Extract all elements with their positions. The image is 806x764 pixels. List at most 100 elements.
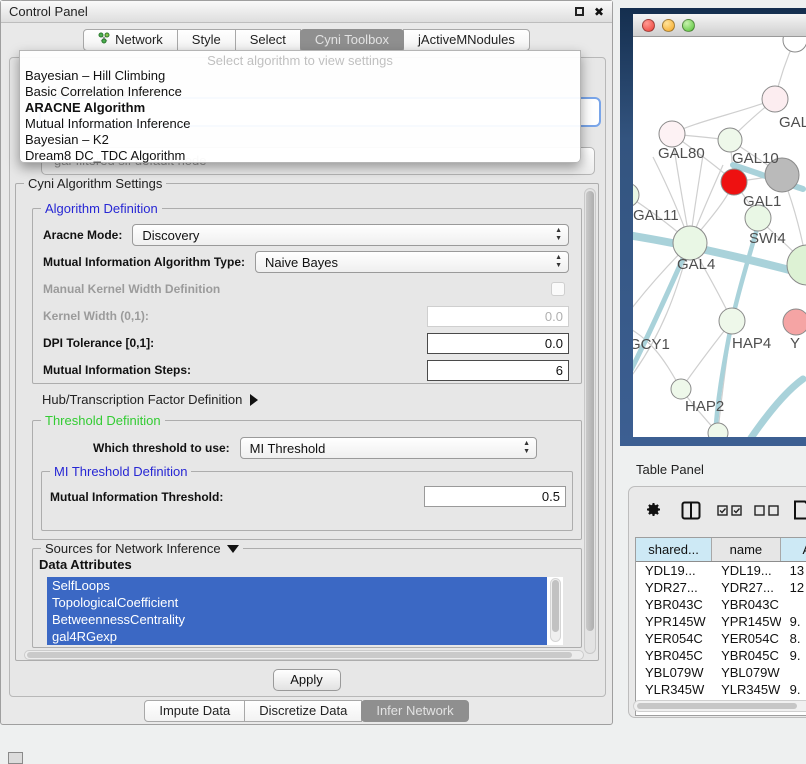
scrollbar-thumb[interactable] xyxy=(586,191,594,631)
close-icon[interactable]: ✖ xyxy=(594,5,604,19)
collapsed-panel-icon[interactable] xyxy=(8,752,23,764)
dropdown-item[interactable]: Basic Correlation Inference xyxy=(20,84,580,100)
network-node-gal80[interactable] xyxy=(659,121,685,147)
table-row[interactable]: YER054CYER054C8. xyxy=(636,630,806,647)
tab-network[interactable]: Network xyxy=(83,29,178,51)
tab-label: Network xyxy=(115,30,163,50)
column-header[interactable]: name xyxy=(712,538,781,561)
table-cell: 8. xyxy=(781,630,806,647)
settings-horizontal-scrollbar[interactable] xyxy=(24,650,584,660)
bottom-tab-discretize-data[interactable]: Discretize Data xyxy=(244,700,362,722)
table-cell: YLR345W xyxy=(712,681,781,698)
aracne-mode-select[interactable]: Discovery ▲▼ xyxy=(132,224,569,246)
table-horizontal-scrollbar[interactable] xyxy=(633,700,806,712)
tab-style[interactable]: Style xyxy=(177,29,236,51)
sources-group-title[interactable]: Sources for Network Inference xyxy=(41,541,243,556)
control-panel-title: Control Panel xyxy=(9,4,575,19)
tab-label: jActiveMNodules xyxy=(418,30,515,50)
network-node-gal10[interactable] xyxy=(718,128,742,152)
mi-threshold-label: Mutual Information Threshold: xyxy=(50,490,223,504)
close-traffic-light-icon[interactable] xyxy=(642,19,655,32)
float-window-icon[interactable] xyxy=(575,7,584,16)
dropdown-item[interactable]: Mutual Information Inference xyxy=(20,116,580,132)
network-node-y[interactable] xyxy=(783,309,806,335)
tab-cyni-toolbox[interactable]: Cyni Toolbox xyxy=(300,29,404,51)
table-panel: shared...nameA YDL19...YDL19...13YDR27..… xyxy=(628,486,806,718)
zoom-traffic-light-icon[interactable] xyxy=(682,19,695,32)
dropdown-item[interactable]: Bayesian – K2 xyxy=(20,132,580,148)
which-threshold-select[interactable]: MI Threshold ▲▼ xyxy=(240,437,537,459)
node-label: GAL xyxy=(779,114,806,131)
threshold-definition-group: Threshold Definition Which threshold to … xyxy=(32,420,582,540)
manual-kernel-checkbox[interactable] xyxy=(551,282,565,296)
algorithm-definition-group: Algorithm Definition Aracne Mode: Discov… xyxy=(32,208,582,384)
data-attribute-item[interactable]: TopologicalCoefficient xyxy=(47,594,547,611)
tab-select[interactable]: Select xyxy=(235,29,301,51)
bottom-tab-impute-data[interactable]: Impute Data xyxy=(144,700,245,722)
settings-vertical-scrollbar[interactable] xyxy=(584,188,596,654)
kernel-width-field[interactable]: 0.0 xyxy=(427,306,569,327)
node-label: Y xyxy=(790,335,800,352)
network-window-titlebar[interactable] xyxy=(633,14,806,37)
node-label: GCY1 xyxy=(633,336,670,353)
aracne-mode-label: Aracne Mode: xyxy=(43,228,122,242)
apply-button[interactable]: Apply xyxy=(273,669,341,691)
table-row[interactable]: YDL19...YDL19...13 xyxy=(636,562,806,579)
bottom-tab-infer-network[interactable]: Infer Network xyxy=(361,700,468,722)
data-attribute-item[interactable]: gal4RGexp xyxy=(47,628,547,645)
unselect-all-columns-icon[interactable] xyxy=(754,505,779,516)
list-vertical-scrollbar[interactable] xyxy=(550,578,561,642)
minimize-traffic-light-icon[interactable] xyxy=(662,19,675,32)
network-node-hap2[interactable] xyxy=(671,379,691,399)
dropdown-item[interactable]: Dream8 DC_TDC Algorithm xyxy=(20,148,580,164)
mi-steps-field[interactable]: 6 xyxy=(427,360,569,381)
data-attribute-item[interactable]: BetweennessCentrality xyxy=(47,611,547,628)
select-all-columns-icon[interactable] xyxy=(717,505,742,516)
table-row[interactable]: YBL079WYBL079W xyxy=(636,664,806,681)
mi-algorithm-type-select[interactable]: Naive Bayes ▲▼ xyxy=(255,251,569,273)
mi-type-value: Naive Bayes xyxy=(265,255,338,270)
table-cell: YDL19... xyxy=(712,562,781,579)
network-node[interactable] xyxy=(787,245,806,285)
tab-label: Discretize Data xyxy=(259,701,347,721)
network-node-gal4[interactable] xyxy=(673,226,707,260)
column-header[interactable]: A xyxy=(781,538,806,561)
tab-label: Select xyxy=(250,30,286,50)
control-panel-titlebar: Control Panel ✖ xyxy=(1,1,612,23)
column-header[interactable]: shared... xyxy=(636,538,712,561)
table-row[interactable]: YDR27...YDR27...12 xyxy=(636,579,806,596)
network-node[interactable] xyxy=(783,37,806,52)
table-cell xyxy=(781,596,806,613)
data-attribute-item[interactable]: SelfLoops xyxy=(47,577,547,594)
dropdown-item[interactable]: ARACNE Algorithm xyxy=(20,100,580,116)
mi-threshold-field[interactable]: 0.5 xyxy=(424,486,566,507)
table-cell: YPR145W xyxy=(636,613,712,630)
manual-kernel-label: Manual Kernel Width Definition xyxy=(43,282,220,296)
hub-definition-expander[interactable]: Hub/Transcription Factor Definition xyxy=(42,392,258,407)
mi-threshold-definition-group: MI Threshold Definition Mutual Informati… xyxy=(41,471,573,531)
table-cell: YLR345W xyxy=(636,681,712,698)
scrollbar-thumb[interactable] xyxy=(27,652,572,658)
mi-steps-label: Mutual Information Steps: xyxy=(43,363,191,377)
network-node-hap4[interactable] xyxy=(719,308,745,334)
network-node-gal11[interactable] xyxy=(633,183,639,207)
network-node-gal[interactable] xyxy=(762,86,788,112)
network-node[interactable] xyxy=(721,169,747,195)
table-row[interactable]: YLR345WYLR345W9. xyxy=(636,681,806,698)
tab-label: Cyni Toolbox xyxy=(315,30,389,50)
split-columns-icon[interactable] xyxy=(681,501,701,520)
table-row[interactable]: YPR145WYPR145W9. xyxy=(636,613,806,630)
node-label: GAL1 xyxy=(743,193,781,210)
new-table-icon[interactable] xyxy=(793,500,806,520)
tab-jactivemnodules[interactable]: jActiveMNodules xyxy=(403,29,530,51)
stepper-arrows-icon: ▲▼ xyxy=(523,440,530,456)
dpi-tolerance-field[interactable]: 0.0 xyxy=(427,333,569,354)
network-canvas[interactable]: GALGAL80GAL10GAL1GAL11SWI4GAL4GCY1HAP4YH… xyxy=(633,37,806,437)
scrollbar-thumb[interactable] xyxy=(552,580,559,632)
dropdown-item[interactable]: Bayesian – Hill Climbing xyxy=(20,68,580,84)
scrollbar-thumb[interactable] xyxy=(637,703,797,709)
table-row[interactable]: YBR043CYBR043C xyxy=(636,596,806,613)
gear-icon[interactable] xyxy=(643,500,663,520)
table-row[interactable]: YBR045CYBR045C9. xyxy=(636,647,806,664)
node-label: SWI4 xyxy=(749,230,786,247)
